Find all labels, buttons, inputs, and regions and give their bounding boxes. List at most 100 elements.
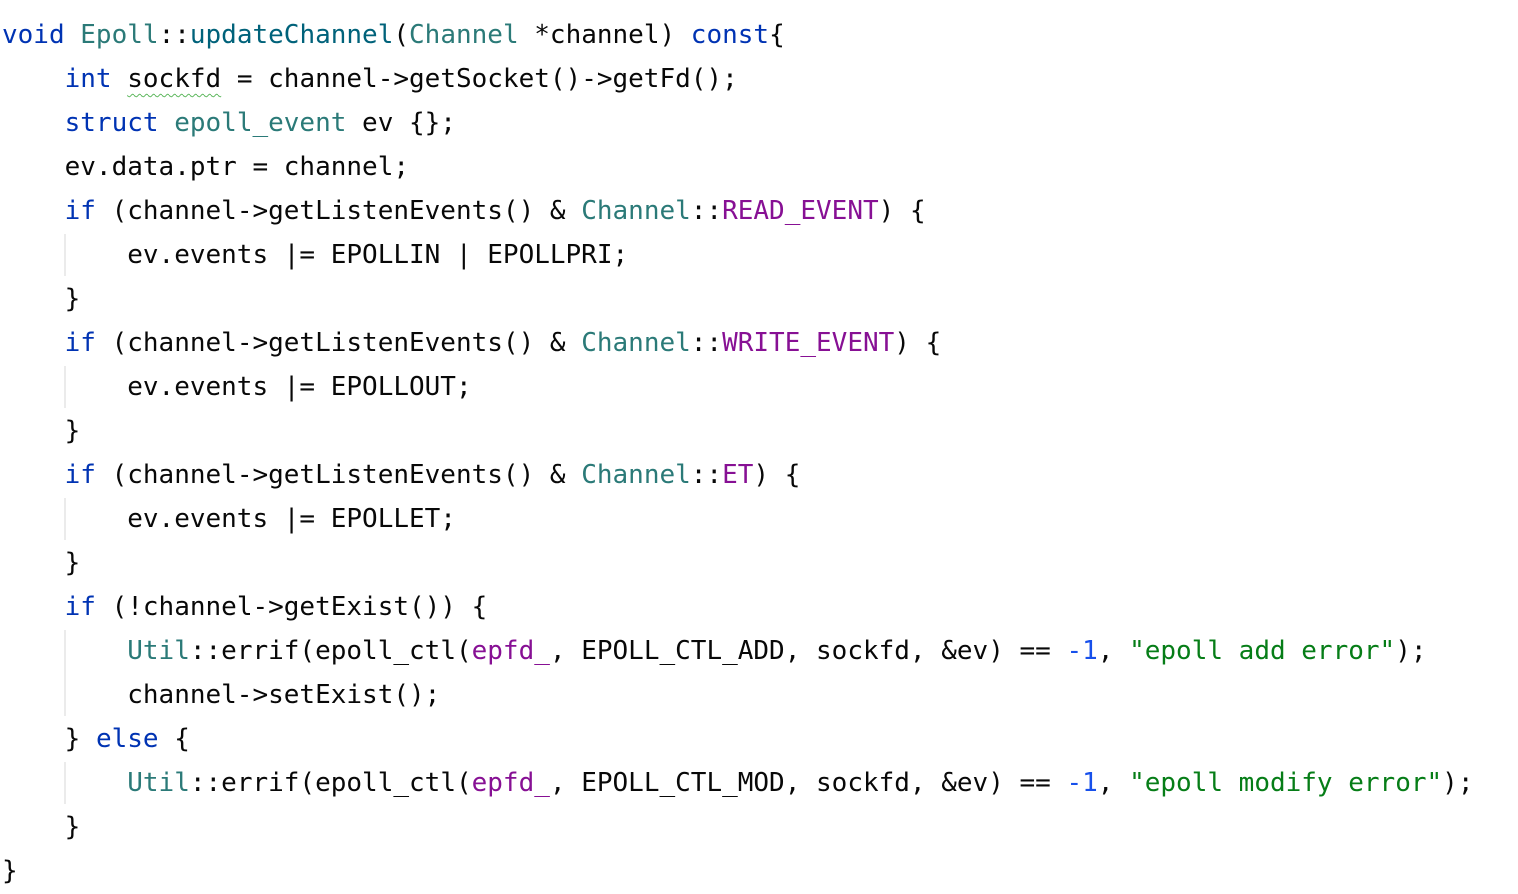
code-token: ) { (753, 460, 801, 490)
code-line[interactable]: } (2, 541, 81, 585)
code-token: { (158, 724, 190, 754)
code-line[interactable]: int sockfd = channel->getSocket()->getFd… (2, 57, 738, 101)
code-token: (!channel->getExist()) { (95, 592, 488, 622)
code-token: READ_EVENT (722, 196, 879, 226)
code-line[interactable]: struct epoll_event ev {}; (2, 101, 456, 145)
code-token: WRITE_EVENT (722, 328, 895, 358)
code-token: epfd_ (471, 636, 550, 666)
code-token: epoll_event (174, 108, 347, 138)
code-token: ev.events |= EPOLLOUT; (127, 372, 472, 402)
code-token: ::errif(epoll_ctl( (189, 636, 472, 666)
code-token: else (95, 724, 159, 754)
code-token: = channel->getSocket()->getFd(); (221, 64, 738, 94)
code-token: void (2, 20, 65, 50)
code-token: } (64, 812, 81, 842)
code-token: Channel (581, 328, 691, 358)
code-line[interactable]: } (2, 805, 81, 849)
code-token: } (64, 724, 96, 754)
code-line[interactable]: } else { (2, 717, 190, 761)
code-line[interactable]: ev.events |= EPOLLOUT; (2, 365, 472, 409)
code-token: if (64, 460, 96, 490)
code-token: const (690, 20, 770, 50)
code-token: ::errif(epoll_ctl( (189, 768, 472, 798)
code-line[interactable]: void Epoll::updateChannel(Channel *chann… (2, 13, 785, 57)
code-token: ev.events |= EPOLLET; (127, 504, 456, 534)
code-token: } (64, 284, 81, 314)
code-token: Util (127, 636, 190, 666)
code-token: epfd_ (471, 768, 550, 798)
code-token: , EPOLL_CTL_ADD, sockfd, &ev) == (549, 636, 1067, 666)
code-token: } (2, 856, 18, 886)
code-token: (channel->getListenEvents() & (95, 196, 582, 226)
code-line[interactable]: if (!channel->getExist()) { (2, 585, 488, 629)
code-token: (channel->getListenEvents() & (95, 460, 582, 490)
code-token: if (64, 196, 96, 226)
code-line[interactable]: } (2, 409, 81, 453)
code-line[interactable]: if (channel->getListenEvents() & Channel… (2, 453, 801, 497)
code-token: -1 (1066, 636, 1098, 666)
code-token: "epoll modify error" (1129, 768, 1443, 798)
code-line[interactable]: } (2, 277, 81, 321)
code-token: Channel (581, 196, 691, 226)
code-token: "epoll add error" (1129, 636, 1396, 666)
code-line[interactable]: Util::errif(epoll_ctl(epfd_, EPOLL_CTL_M… (2, 761, 1473, 805)
code-token: int (64, 64, 112, 94)
code-token: -1 (1066, 768, 1098, 798)
code-line[interactable]: } (2, 849, 18, 893)
code-token: Epoll (80, 20, 159, 50)
code-token: if (64, 592, 96, 622)
code-token: } (64, 416, 81, 446)
code-token: ev.data.ptr = channel; (64, 152, 409, 182)
code-line[interactable]: ev.data.ptr = channel; (2, 145, 409, 189)
code-line[interactable]: ev.events |= EPOLLIN | EPOLLPRI; (2, 233, 628, 277)
code-line[interactable]: if (channel->getListenEvents() & Channel… (2, 321, 942, 365)
code-editor[interactable]: void Epoll::updateChannel(Channel *chann… (0, 0, 1518, 894)
code-token: :: (690, 196, 723, 226)
code-token: Channel (409, 20, 519, 50)
code-token: ); (1395, 636, 1427, 666)
code-token: ) { (894, 328, 942, 358)
code-token: } (64, 548, 81, 578)
code-token: { (769, 20, 785, 50)
code-token: ev.events |= EPOLLIN | EPOLLPRI; (127, 240, 629, 270)
code-token: ); (1442, 768, 1474, 798)
code-token: updateChannel (189, 20, 394, 50)
code-token: :: (690, 328, 723, 358)
code-line[interactable]: Util::errif(epoll_ctl(epfd_, EPOLL_CTL_A… (2, 629, 1427, 673)
code-token: Channel (581, 460, 691, 490)
code-token: (channel->getListenEvents() & (95, 328, 582, 358)
code-token: , (1097, 768, 1130, 798)
code-token: sockfd (127, 64, 222, 94)
code-token: ET (722, 460, 754, 490)
code-token: channel->setExist(); (127, 680, 441, 710)
code-token: :: (690, 460, 723, 490)
code-token: Util (127, 768, 190, 798)
code-token: , (1097, 636, 1130, 666)
code-token: if (64, 328, 96, 358)
code-token: , EPOLL_CTL_MOD, sockfd, &ev) == (549, 768, 1067, 798)
code-line[interactable]: if (channel->getListenEvents() & Channel… (2, 189, 926, 233)
code-line[interactable]: channel->setExist(); (2, 673, 440, 717)
code-token: struct (64, 108, 159, 138)
code-line[interactable]: ev.events |= EPOLLET; (2, 497, 456, 541)
